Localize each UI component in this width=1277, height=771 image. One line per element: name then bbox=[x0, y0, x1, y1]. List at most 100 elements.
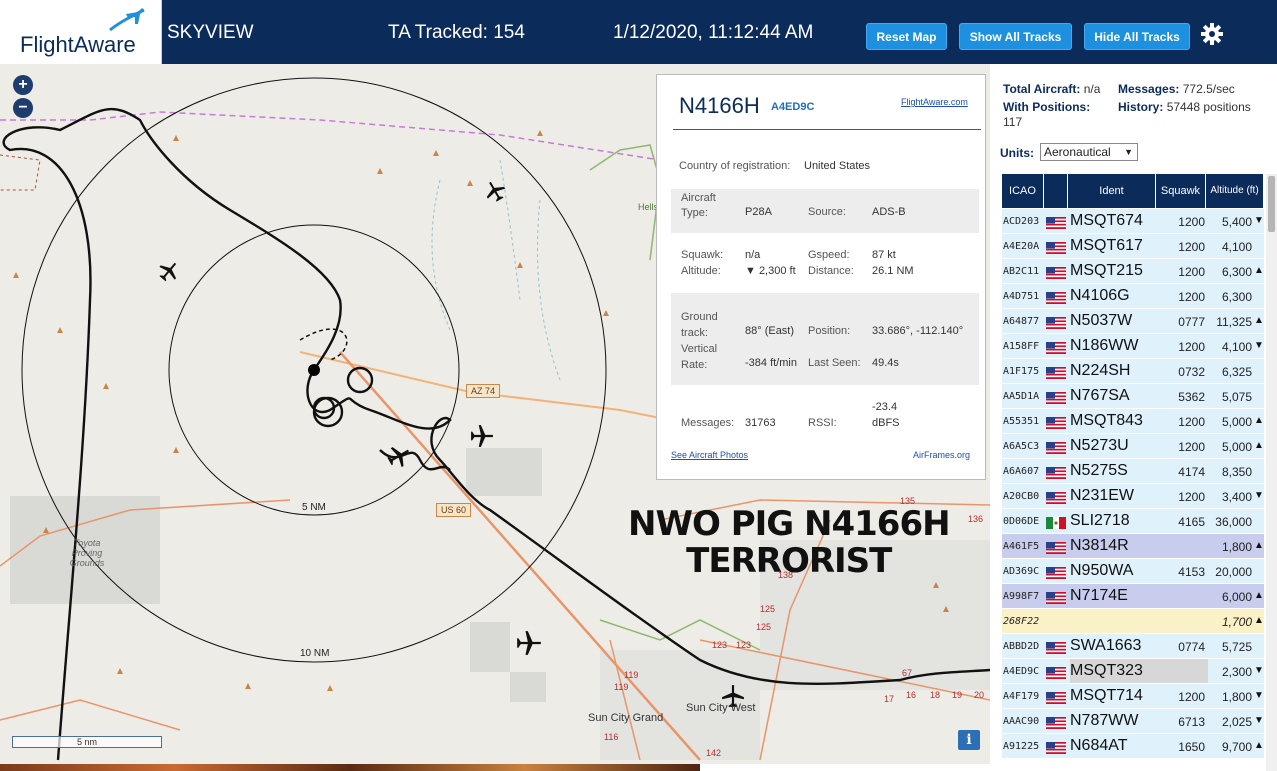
zoom-in-button[interactable]: + bbox=[13, 75, 33, 95]
cell-icao: A4E20A bbox=[1003, 241, 1040, 252]
cell-ident: MSQT323 bbox=[1070, 662, 1143, 679]
last-seen-label: Last Seen: bbox=[808, 357, 861, 369]
arrow-up-icon: ▲ bbox=[1254, 615, 1264, 626]
graffiti-line-1: NWO PIG N4166H bbox=[628, 504, 951, 544]
table-row[interactable]: AB2C11 MSQT215 1200 6,300 ▲ bbox=[1002, 259, 1264, 284]
hide-all-tracks-button[interactable]: Hide All Tracks bbox=[1084, 23, 1190, 50]
table-row[interactable]: AAAC90 N787WW 6713 2,025 ▼ bbox=[1002, 709, 1264, 734]
aircraft-marker-icon[interactable] bbox=[516, 630, 542, 656]
top-header: FlightAware SKYVIEW TA Tracked: 154 1/12… bbox=[0, 0, 1277, 64]
table-row[interactable]: AD369C N950WA 4153 20,000 bbox=[1002, 559, 1264, 584]
table-row[interactable]: A461F5 N3814R 1,800 ▲ bbox=[1002, 534, 1264, 559]
aircraft-type-value: P28A bbox=[745, 206, 772, 218]
cell-altitude: 6,300 bbox=[1221, 265, 1252, 279]
arrow-down-icon: ▼ bbox=[1254, 215, 1264, 226]
units-select[interactable]: Aeronautical ▼ bbox=[1040, 143, 1138, 161]
table-row[interactable]: A4F179 MSQT714 1200 1,800 ▼ bbox=[1002, 684, 1264, 709]
history-stat: History: 57448 positions bbox=[1118, 100, 1258, 115]
table-row[interactable]: A6A5C3 N5273U 1200 5,000 ▲ bbox=[1002, 434, 1264, 459]
aircraft-marker-icon[interactable] bbox=[484, 180, 506, 202]
table-row[interactable]: A4D751 N4106G 1200 6,300 bbox=[1002, 284, 1264, 309]
cell-ident: N231EW bbox=[1070, 487, 1135, 504]
see-aircraft-photos-link[interactable]: See Aircraft Photos bbox=[671, 450, 748, 460]
flightaware-link[interactable]: FlightAware.com bbox=[901, 97, 968, 107]
table-row[interactable]: A158FF N186WW 1200 4,100 ▼ bbox=[1002, 334, 1264, 359]
cell-ident: SWA1663 bbox=[1070, 637, 1142, 654]
cell-altitude: 4,100 bbox=[1221, 240, 1252, 254]
cell-ident: MSQT215 bbox=[1070, 262, 1143, 279]
cell-squawk: 1200 bbox=[1178, 490, 1205, 504]
table-row[interactable]: ABBD2D SWA1663 0774 5,725 bbox=[1002, 634, 1264, 659]
messages-rate-label: Messages: bbox=[1118, 82, 1180, 96]
zoom-out-button[interactable]: − bbox=[13, 98, 33, 118]
cell-altitude: 8,350 bbox=[1221, 465, 1252, 479]
table-row[interactable]: A55351 MSQT843 1200 5,000 ▲ bbox=[1002, 409, 1264, 434]
flightaware-logo[interactable]: FlightAware bbox=[0, 0, 162, 64]
table-row[interactable]: ACD203 MSQT674 1200 5,400 ▼ bbox=[1002, 209, 1264, 234]
arrow-up-icon: ▲ bbox=[1254, 415, 1264, 426]
table-row[interactable]: A20CB0 N231EW 1200 3,400 ▼ bbox=[1002, 484, 1264, 509]
table-row[interactable]: AA5D1A N767SA 5362 5,075 bbox=[1002, 384, 1264, 409]
cell-altitude: 6,300 bbox=[1221, 290, 1252, 304]
column-header-altitude[interactable]: Altitude (ft) bbox=[1206, 174, 1264, 208]
aircraft-marker-icon[interactable] bbox=[470, 424, 494, 448]
squawk-value: n/a bbox=[745, 249, 761, 261]
column-header-flag[interactable] bbox=[1044, 174, 1068, 208]
cell-ident: N186WW bbox=[1070, 337, 1139, 354]
cell-icao: 0D06DE bbox=[1003, 516, 1040, 527]
table-row[interactable]: A6A607 N5275S 4174 8,350 bbox=[1002, 459, 1264, 484]
cell-icao: A6A5C3 bbox=[1003, 441, 1040, 452]
table-row[interactable]: A4ED9C MSQT323 2,300 ▼ bbox=[1002, 659, 1264, 684]
desktop-strip bbox=[0, 764, 700, 771]
table-row[interactable]: A64877 N5037W 0777 11,325 ▲ bbox=[1002, 309, 1264, 334]
table-row[interactable]: A91225 N684AT 1650 9,700 ▲ bbox=[1002, 734, 1264, 759]
ground-track-value: 88° (East) bbox=[745, 325, 795, 337]
column-header-squawk[interactable]: Squawk bbox=[1156, 174, 1206, 208]
cell-squawk: 6713 bbox=[1178, 715, 1205, 729]
gear-icon[interactable] bbox=[1200, 22, 1224, 46]
cell-ident: N5273U bbox=[1070, 437, 1129, 454]
distance-label: Distance: bbox=[808, 265, 854, 277]
cell-squawk: 0732 bbox=[1178, 365, 1205, 379]
cell-altitude: 36,000 bbox=[1215, 515, 1252, 529]
show-all-tracks-button[interactable]: Show All Tracks bbox=[959, 23, 1072, 50]
scrollbar-thumb[interactable] bbox=[1268, 176, 1275, 232]
messages-value: 31763 bbox=[745, 417, 776, 429]
column-header-ident[interactable]: Ident bbox=[1068, 174, 1156, 208]
table-row[interactable]: A1F175 N224SH 0732 6,325 bbox=[1002, 359, 1264, 384]
arrow-up-icon: ▲ bbox=[1254, 740, 1264, 751]
gray-area bbox=[470, 622, 510, 672]
cell-ident: N3814R bbox=[1070, 537, 1129, 554]
us-flag-icon bbox=[1046, 316, 1066, 329]
aircraft-marker-icon[interactable] bbox=[387, 444, 411, 468]
cell-icao: AA5D1A bbox=[1003, 391, 1040, 402]
cell-icao: AAAC90 bbox=[1003, 716, 1040, 727]
info-icon[interactable]: i bbox=[958, 730, 980, 750]
table-scrollbar[interactable] bbox=[1266, 174, 1277, 771]
airframes-link[interactable]: AirFrames.org bbox=[913, 450, 970, 460]
reset-map-button[interactable]: Reset Map bbox=[866, 23, 947, 50]
altitude-value: ▼ 2,300 ft bbox=[745, 265, 796, 277]
ring-label-5nm: 5 NM bbox=[302, 502, 326, 513]
cell-altitude: 5,400 bbox=[1221, 215, 1252, 229]
cell-squawk: 1200 bbox=[1178, 415, 1205, 429]
with-positions-label: With Positions: bbox=[1003, 100, 1091, 114]
cell-squawk: 4165 bbox=[1178, 515, 1205, 529]
cell-ident: N7174E bbox=[1070, 587, 1128, 604]
table-row[interactable]: 0D06DE SLI2718 4165 36,000 bbox=[1002, 509, 1264, 534]
arrow-down-icon: ▼ bbox=[1254, 665, 1264, 676]
table-row[interactable]: A998F7 N7174E 6,000 ▲ bbox=[1002, 584, 1264, 609]
cell-squawk: 1200 bbox=[1178, 290, 1205, 304]
cell-squawk: 4174 bbox=[1178, 465, 1205, 479]
road-number: 20 bbox=[974, 690, 985, 700]
column-header-icao[interactable]: ICAO bbox=[1002, 174, 1044, 208]
table-row[interactable]: 268F22 1,700 ▲ bbox=[1002, 609, 1264, 634]
place-sun-city-grand: Sun City Grand bbox=[588, 712, 664, 724]
table-row[interactable]: A4E20A MSQT617 1200 4,100 bbox=[1002, 234, 1264, 259]
cell-ident: N5275S bbox=[1070, 462, 1128, 479]
cell-altitude: 2,025 bbox=[1221, 715, 1252, 729]
us-flag-icon bbox=[1046, 591, 1066, 604]
history-value: 57448 positions bbox=[1166, 100, 1251, 114]
cell-icao: A91225 bbox=[1003, 741, 1040, 752]
aircraft-marker-icon[interactable] bbox=[158, 260, 180, 282]
